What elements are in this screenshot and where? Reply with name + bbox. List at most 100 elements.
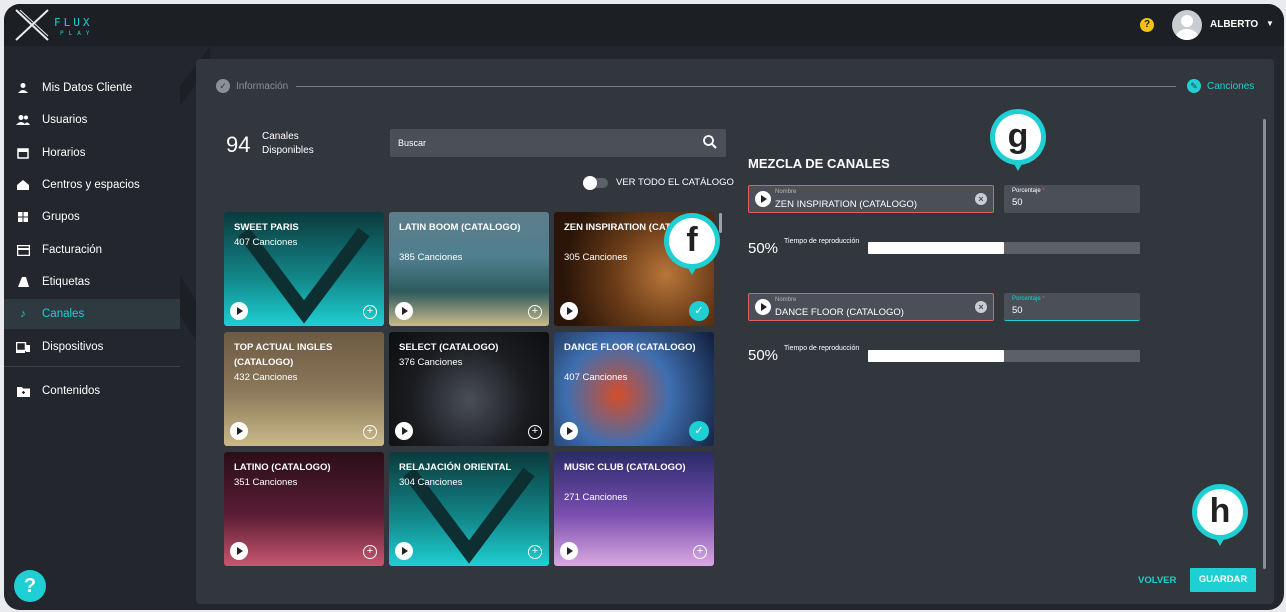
share-label: Tiempo de reproducción <box>784 345 860 352</box>
panel-scrollbar[interactable] <box>1263 119 1266 569</box>
avatar[interactable] <box>1172 10 1202 40</box>
logo-sub: PLAY <box>60 30 95 37</box>
step-canciones[interactable]: ✎ Canciones <box>1181 79 1255 93</box>
sidebar-item-mis-datos[interactable]: Mis Datos Cliente <box>4 73 180 103</box>
sidebar-item-label: Usuarios <box>42 114 88 126</box>
channel-card[interactable]: MUSIC CLUB (CATALOGO) 271 Canciones + <box>554 452 714 566</box>
channel-card[interactable]: SWEET PARIS 407 Canciones + <box>224 212 384 326</box>
field-value: ZEN INSPIRATION (CATALOGO) <box>775 199 917 210</box>
channel-title: TOP ACTUAL INGLES (CATALOGO) <box>234 342 333 368</box>
channel-song-count: 432 Canciones <box>234 372 298 383</box>
add-icon[interactable]: + <box>528 425 542 439</box>
sidebar-item-contenidos[interactable]: Contenidos <box>4 376 180 406</box>
play-icon[interactable] <box>395 302 413 320</box>
add-icon[interactable]: + <box>528 305 542 319</box>
search-input[interactable]: Buscar <box>390 129 726 157</box>
calendar-icon <box>16 146 30 160</box>
share-bar <box>868 242 1140 254</box>
play-icon[interactable] <box>230 542 248 560</box>
callout-letter: f <box>669 218 715 264</box>
channel-card[interactable]: TOP ACTUAL INGLES (CATALOGO) 432 Cancione… <box>224 332 384 446</box>
field-label: Nombre <box>775 189 797 195</box>
percentage-field[interactable]: Porcentaje * 50 <box>1004 185 1140 213</box>
logo-word: FLUX <box>54 16 93 29</box>
clear-icon[interactable]: × <box>975 301 987 313</box>
check-icon[interactable]: ✓ <box>689 421 709 441</box>
channel-title: MUSIC CLUB (CATALOGO) <box>564 462 686 473</box>
sidebar-item-dispositivos[interactable]: Dispositivos <box>4 332 180 362</box>
mix-channel-field[interactable]: Nombre ZEN INSPIRATION (CATALOGO) × <box>748 185 994 213</box>
channel-card[interactable]: RELAJACIÓN ORIENTAL 304 Canciones + <box>389 452 549 566</box>
add-icon[interactable]: + <box>528 545 542 559</box>
callout-g: g <box>988 107 1048 177</box>
chevron-down-icon[interactable]: ▼ <box>1266 19 1274 28</box>
play-icon[interactable] <box>395 422 413 440</box>
callout-letter: h <box>1197 489 1243 535</box>
channel-count: 94 <box>226 132 251 157</box>
percentage-input[interactable]: 50 <box>1012 305 1023 316</box>
channel-card[interactable]: LATINO (CATALOGO) 351 Canciones + <box>224 452 384 566</box>
percentage-field[interactable]: Porcentaje * 50 <box>1004 293 1140 321</box>
sidebar-item-label: Centros y espacios <box>42 179 140 191</box>
play-icon[interactable] <box>755 299 771 315</box>
share-percentage: 50% <box>748 240 779 257</box>
sidebar-item-label: Facturación <box>42 244 103 256</box>
add-icon[interactable]: + <box>363 545 377 559</box>
card-icon <box>16 243 30 257</box>
save-button[interactable]: GUARDAR <box>1190 568 1256 592</box>
sidebar-item-facturacion[interactable]: Facturación <box>4 235 180 265</box>
flux-play-logo[interactable]: FLUX PLAY <box>14 8 114 42</box>
play-icon[interactable] <box>395 542 413 560</box>
play-icon[interactable] <box>230 302 248 320</box>
add-icon[interactable]: + <box>363 305 377 319</box>
percentage-input[interactable]: 50 <box>1012 197 1023 208</box>
channel-card[interactable]: SELECT (CATALOGO) 376 Canciones + <box>389 332 549 446</box>
sidebar-divider <box>4 366 180 367</box>
check-icon[interactable]: ✓ <box>689 301 709 321</box>
play-icon[interactable] <box>230 422 248 440</box>
callout-h: h <box>1190 482 1250 552</box>
step-informacion[interactable]: ✓ Información <box>216 79 295 93</box>
sidebar-item-horarios[interactable]: Horarios <box>4 138 180 168</box>
back-button[interactable]: VOLVER <box>1138 575 1176 586</box>
person-icon <box>16 81 30 95</box>
sidebar-item-grupos[interactable]: Grupos <box>4 202 180 232</box>
add-icon[interactable]: + <box>363 425 377 439</box>
channel-song-count: 376 Canciones <box>399 357 463 368</box>
search-placeholder: Buscar <box>398 138 427 148</box>
play-icon[interactable] <box>560 542 578 560</box>
channel-card[interactable]: DANCE FLOOR (CATALOGO) 407 Canciones ✓ <box>554 332 714 446</box>
share-percentage: 50% <box>748 347 779 364</box>
sidebar-item-usuarios[interactable]: Usuarios <box>4 105 180 135</box>
sidebar-item-label: Horarios <box>42 147 86 159</box>
channel-title: RELAJACIÓN ORIENTAL <box>399 462 512 473</box>
channel-song-count: 407 Canciones <box>234 237 298 248</box>
sidebar-item-label: Dispositivos <box>42 341 104 353</box>
play-icon[interactable] <box>560 302 578 320</box>
users-icon <box>16 113 30 127</box>
sidebar-item-centros[interactable]: Centros y espacios <box>4 170 180 200</box>
channel-count-label: Canales Disponibles <box>262 131 314 156</box>
share-label: Tiempo de reproducción <box>784 238 860 245</box>
add-icon[interactable]: + <box>693 545 707 559</box>
help-fab-button[interactable]: ? <box>14 570 46 602</box>
help-icon[interactable]: ? <box>1140 18 1154 32</box>
channel-song-count: 407 Canciones <box>564 372 628 383</box>
step-label: Canciones <box>1207 80 1255 92</box>
pencil-icon: ✎ <box>1187 79 1201 93</box>
clear-icon[interactable]: × <box>975 193 987 205</box>
search-icon[interactable] <box>702 134 718 150</box>
user-name[interactable]: ALBERTO <box>1210 19 1258 30</box>
music-note-icon: ♪ <box>20 308 26 320</box>
play-icon[interactable] <box>560 422 578 440</box>
share-bar-fill <box>868 350 1004 362</box>
mix-channel-field[interactable]: Nombre DANCE FLOOR (CATALOGO) × <box>748 293 994 321</box>
channel-title: SWEET PARIS <box>234 222 299 233</box>
field-label: Porcentaje * <box>1012 188 1045 194</box>
sidebar-item-canales[interactable]: ♪ Canales <box>4 299 180 329</box>
play-icon[interactable] <box>755 191 771 207</box>
catalog-toggle[interactable] <box>583 176 608 190</box>
channel-card[interactable]: LATIN BOOM (CATALOGO) 385 Canciones + <box>389 212 549 326</box>
channel-song-count: 351 Canciones <box>234 477 298 488</box>
sidebar-item-etiquetas[interactable]: Etiquetas <box>4 267 180 297</box>
